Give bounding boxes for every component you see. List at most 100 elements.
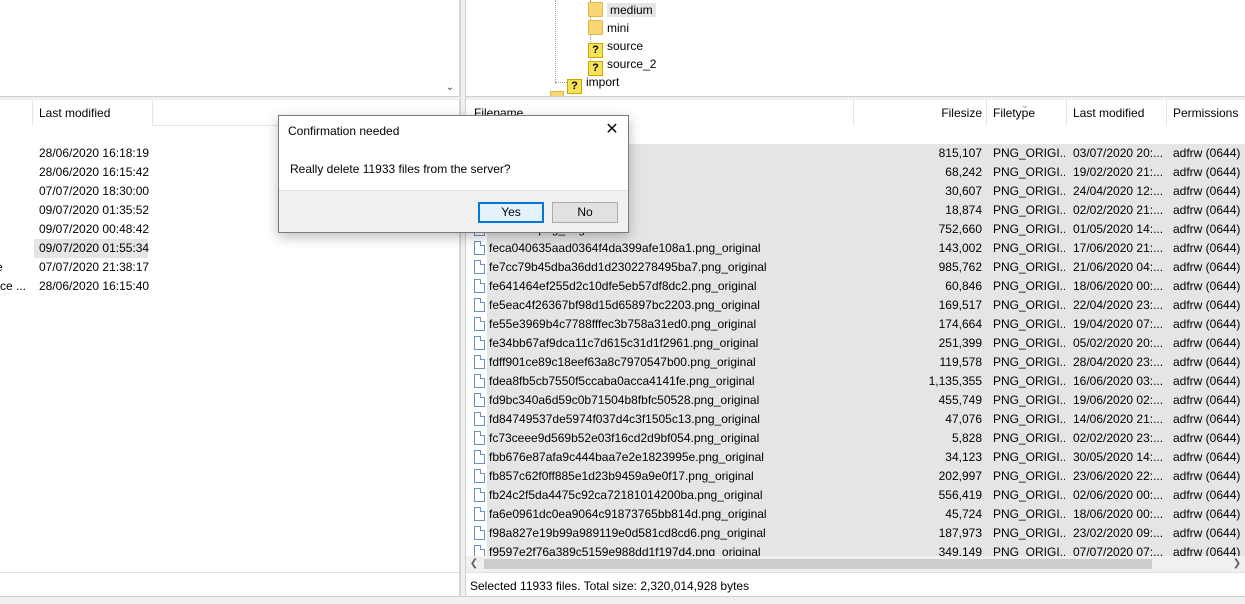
remote-file-row[interactable]: fe55e3969b4c7788fffec3b758a31ed0.png_ori… (466, 315, 1245, 334)
scroll-right-icon[interactable]: ❯ (1229, 556, 1245, 572)
remote-file-size: 752,660 (938, 222, 982, 236)
remote-file-type: PNG_ORIGI... (993, 393, 1065, 407)
local-col-name-header[interactable] (0, 100, 33, 126)
file-icon (474, 260, 485, 274)
remote-file-row[interactable]: fd84749537de5974f037d4c3f1505c13.png_ori… (466, 410, 1245, 429)
local-col-last-modified-header[interactable]: Last modified (33, 100, 153, 126)
remote-file-name-cell: fb24c2f5da4475c92ca72181014200ba.png_ori… (474, 486, 854, 505)
remote-file-modified: 23/06/2020 22:... (1073, 469, 1164, 483)
remote-file-row[interactable]: fc73ceee9d569b52e03f16cd2d9bf054.png_ori… (466, 429, 1245, 448)
remote-file-size: 30,607 (945, 184, 982, 198)
remote-file-size: 169,517 (938, 298, 982, 312)
remote-file-permissions: adfrw (0644) (1173, 355, 1241, 369)
local-file-modified: 28/06/2020 16:15:42 (39, 165, 150, 179)
remote-file-type: PNG_ORIGI... (993, 450, 1065, 464)
remote-file-type: PNG_ORIGI... (993, 431, 1065, 445)
remote-file-type: PNG_ORIGI... (993, 488, 1065, 502)
remote-file-modified: 05/02/2020 20:... (1073, 336, 1164, 350)
remote-file-modified: 17/06/2020 21:... (1073, 241, 1164, 255)
remote-file-name-cell: fb857c62f0ff885e1d23b9459a9e0f17.png_ori… (474, 467, 854, 486)
local-file-modified: 28/06/2020 16:15:40 (39, 279, 150, 293)
remote-col-permissions-header[interactable]: Permissions (1167, 100, 1245, 126)
remote-file-modified: 14/06/2020 21:... (1073, 412, 1164, 426)
tree-guide-line (555, 82, 567, 83)
remote-file-type: PNG_ORIGI... (993, 298, 1065, 312)
file-icon (474, 298, 485, 312)
remote-file-name: fdff901ce89c18eef63a8c7970547b00.png_ori… (489, 355, 756, 369)
tree-node-import[interactable]: ? import (567, 73, 619, 94)
remote-file-row[interactable]: feca040635aad0364f4da399afe108a1.png_ori… (466, 239, 1245, 258)
remote-file-row[interactable]: fdea8fb5cb7550f5ccaba0acca4141fe.png_ori… (466, 372, 1245, 391)
remote-file-size: 985,762 (938, 260, 982, 274)
remote-file-type: PNG_ORIGI... (993, 203, 1065, 217)
tree-node-mini[interactable]: mini (588, 19, 629, 37)
remote-file-size: 202,997 (938, 469, 982, 483)
remote-file-row[interactable]: fe34bb67af9dca11c7d615c31d1f2961.png_ori… (466, 334, 1245, 353)
remote-file-modified: 24/04/2020 12:... (1073, 184, 1164, 198)
local-file-row[interactable]: rce ... 28/06/2020 16:15:40 (0, 277, 459, 296)
remote-file-row[interactable]: fa6e0961dc0ea9064c91873765bb814d.png_ori… (466, 505, 1245, 524)
remote-file-modified: 21/06/2020 04:... (1073, 260, 1164, 274)
local-file-modified: 09/07/2020 01:35:52 (39, 203, 150, 217)
remote-file-type: PNG_ORIGI... (993, 146, 1065, 160)
remote-file-name: fb857c62f0ff885e1d23b9459a9e0f17.png_ori… (489, 469, 754, 483)
folder-icon (588, 20, 603, 35)
remote-file-row[interactable]: fe5eac4f26367bf98d15d65897bc2203.png_ori… (466, 296, 1245, 315)
remote-col-last-modified-header[interactable]: Last modified (1067, 100, 1167, 126)
remote-file-row[interactable]: fdff901ce89c18eef63a8c7970547b00.png_ori… (466, 353, 1245, 372)
tree-scroll-down-icon[interactable]: ⌄ (445, 82, 455, 94)
remote-file-permissions: adfrw (0644) (1173, 450, 1241, 464)
remote-file-name-cell: fe5eac4f26367bf98d15d65897bc2203.png_ori… (474, 296, 854, 315)
tree-node-source-2[interactable]: ? source_2 (588, 55, 656, 76)
file-icon (474, 431, 485, 445)
remote-file-row[interactable]: fe7cc79b45dba36dd1d2302278495ba7.png_ori… (466, 258, 1245, 277)
remote-file-modified: 03/07/2020 20:... (1073, 146, 1164, 160)
remote-file-modified: 02/06/2020 00:... (1073, 488, 1164, 502)
remote-file-row[interactable]: f98a827e19b99a989119e0d581cd8cd6.png_ori… (466, 524, 1245, 543)
remote-file-name-cell: fa6e0961dc0ea9064c91873765bb814d.png_ori… (474, 505, 854, 524)
remote-file-name-cell: fe34bb67af9dca11c7d615c31d1f2961.png_ori… (474, 334, 854, 353)
remote-file-row[interactable]: fd9bc340a6d59c0b71504b8fbfc50528.png_ori… (466, 391, 1245, 410)
remote-file-modified: 02/02/2020 23:... (1073, 431, 1164, 445)
remote-list-horizontal-scrollbar[interactable]: ❮ ❯ (466, 556, 1245, 572)
remote-file-size: 1,135,355 (928, 374, 982, 388)
yes-button[interactable]: Yes (478, 202, 544, 223)
file-icon (474, 241, 485, 255)
remote-file-modified: 19/02/2020 21:... (1073, 165, 1164, 179)
file-icon (474, 317, 485, 331)
remote-col-filesize-header[interactable]: Filesize (854, 100, 987, 126)
close-icon[interactable]: ✕ (602, 120, 622, 140)
local-file-row[interactable]: 09/07/2020 01:55:34 (0, 239, 459, 258)
local-file-row[interactable]: e07/07/2020 21:38:17 (0, 258, 459, 277)
file-icon (474, 450, 485, 464)
remote-file-row[interactable]: fb24c2f5da4475c92ca72181014200ba.png_ori… (466, 486, 1245, 505)
remote-file-name: feca040635aad0364f4da399afe108a1.png_ori… (489, 241, 761, 255)
local-directory-tree[interactable]: ⌄ (0, 0, 460, 96)
scrollbar-thumb[interactable] (484, 559, 1152, 569)
scroll-left-icon[interactable]: ❮ (466, 556, 482, 572)
remote-file-type: PNG_ORIGI... (993, 469, 1065, 483)
no-button[interactable]: No (552, 202, 618, 223)
remote-file-name: fe55e3969b4c7788fffec3b758a31ed0.png_ori… (489, 317, 757, 331)
remote-file-type: PNG_ORIGI... (993, 507, 1065, 521)
tree-node-medium[interactable]: medium (588, 1, 656, 19)
remote-file-name: fe34bb67af9dca11c7d615c31d1f2961.png_ori… (489, 336, 759, 350)
file-icon (474, 279, 485, 293)
file-icon (474, 469, 485, 483)
remote-file-row[interactable]: fb857c62f0ff885e1d23b9459a9e0f17.png_ori… (466, 467, 1245, 486)
remote-directory-tree[interactable]: medium mini ? source ? source_2 ? import (466, 0, 1245, 96)
file-icon (474, 355, 485, 369)
remote-file-modified: 19/06/2020 02:... (1073, 393, 1164, 407)
folder-icon (550, 91, 564, 96)
local-file-name: rce ... (0, 279, 27, 293)
bottom-splitter[interactable] (0, 596, 1245, 604)
remote-file-permissions: adfrw (0644) (1173, 222, 1241, 236)
remote-file-row[interactable]: fe641464ef255d2c10dfe5eb57df8dc2.png_ori… (466, 277, 1245, 296)
tree-node-source[interactable]: ? source (588, 37, 643, 58)
remote-file-permissions: adfrw (0644) (1173, 374, 1241, 388)
remote-file-permissions: adfrw (0644) (1173, 393, 1241, 407)
remote-file-row[interactable]: fbb676e87afa9c444baa7e2e1823995e.png_ori… (466, 448, 1245, 467)
remote-file-permissions: adfrw (0644) (1173, 431, 1241, 445)
remote-file-name: fc73ceee9d569b52e03f16cd2d9bf054.png_ori… (489, 431, 760, 445)
remote-file-type: PNG_ORIGI... (993, 526, 1065, 540)
